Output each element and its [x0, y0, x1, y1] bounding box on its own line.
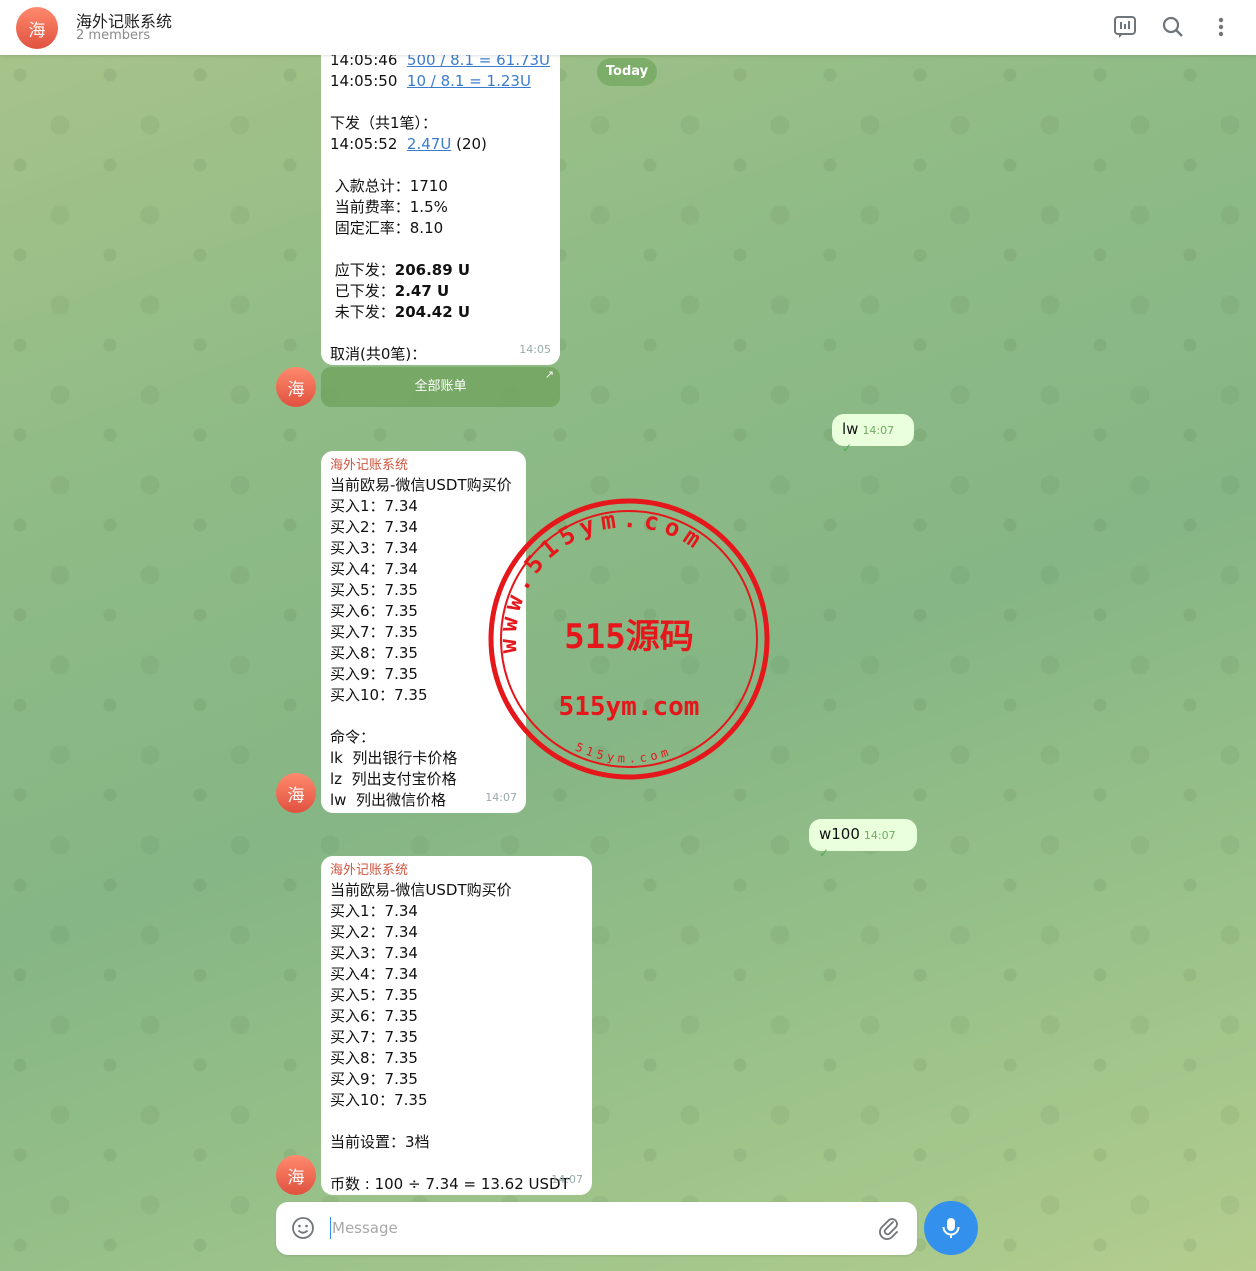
emoji-icon[interactable]	[291, 1216, 315, 1240]
price-row: 买入6：7.35	[330, 1007, 418, 1025]
payout-header: 下发（共1笔）：	[330, 114, 438, 132]
fixed-rate: 固定汇率：8.10	[330, 219, 444, 237]
price-row: 买入4：7.34	[330, 965, 418, 983]
calc-line: 币数 : 100 ÷ 7.34 = 13.62 USDT	[330, 1175, 570, 1193]
cancel-line: 取消(共0笔)：	[330, 345, 427, 363]
microphone-icon	[942, 1218, 960, 1238]
bill-message: 14:05:46 500 / 8.1 = 61.73U 14:05:50 10 …	[321, 30, 560, 365]
price-message: 海外记账系统 当前欧易-微信USDT购买价 买入1：7.34 买入2：7.34 …	[321, 856, 592, 1195]
read-check-icon: ✓	[842, 441, 853, 455]
paid: 已下发：2.47 U	[330, 282, 450, 300]
outgoing-message: w100 14:07 ✓	[809, 819, 917, 860]
price-row: 买入2：7.34	[330, 923, 418, 941]
date-chip: Today	[597, 58, 657, 86]
read-check-icon: ✓	[819, 846, 830, 860]
all-bills-button[interactable]: 全部账单 ↗	[321, 367, 560, 407]
fee-rate: 当前费率：1.5%	[330, 198, 448, 216]
sender-name[interactable]: 海外记账系统	[330, 862, 583, 880]
external-link-icon: ↗	[544, 368, 554, 381]
sender-avatar[interactable]: 海	[276, 367, 316, 407]
price-row: 买入5：7.35	[330, 986, 418, 1004]
price-row: 买入7：7.35	[330, 1028, 418, 1046]
bill-line: 14:05:50 10 / 8.1 = 1.23U	[330, 72, 531, 90]
sender-avatar[interactable]: 海	[276, 1155, 316, 1195]
watermark-bottom: 515ym.com	[573, 740, 669, 766]
bill-link[interactable]: 10 / 8.1 = 1.23U	[407, 72, 531, 90]
price-title: 当前欧易-微信USDT购买价	[330, 881, 512, 899]
svg-text:515ym.com: 515ym.com	[573, 740, 673, 766]
unpaid: 未下发：204.42 U	[330, 303, 471, 321]
watermark-main: 515源码	[564, 617, 693, 657]
more-vertical-icon[interactable]	[1208, 14, 1234, 40]
message-time: 14:07	[485, 791, 517, 804]
price-row: 买入8：7.35	[330, 1049, 418, 1067]
member-count: 2 members	[76, 28, 151, 43]
should-pay: 应下发：206.89 U	[330, 261, 471, 279]
sender-avatar[interactable]: 海	[276, 773, 316, 813]
message-composer: Message	[276, 1202, 917, 1255]
total-in: 入款总计：1710	[330, 177, 448, 195]
payout-line: 14:05:52 2.47U (20)	[330, 135, 487, 153]
current-setting: 当前设置：3档	[330, 1133, 430, 1151]
search-icon[interactable]	[1160, 14, 1186, 40]
message-time: 14:07	[551, 1173, 583, 1186]
outgoing-message: lw 14:07 ✓	[832, 414, 914, 455]
attach-icon[interactable]	[877, 1216, 901, 1240]
sender-name[interactable]: 海外记账系统	[330, 457, 517, 475]
price-row: 买入3：7.34	[330, 944, 418, 962]
payout-link[interactable]: 2.47U	[407, 135, 451, 153]
watermark-sub: 515ym.com	[559, 692, 700, 722]
group-avatar[interactable]: 海	[16, 7, 58, 49]
poll-icon[interactable]	[1112, 14, 1138, 40]
message-input[interactable]: Message	[332, 1219, 398, 1237]
price-row: 买入9：7.35	[330, 1070, 418, 1088]
price-row: 买入10：7.35	[330, 1091, 428, 1109]
price-row: 买入1：7.34	[330, 902, 418, 920]
price-title: 当前欧易-微信USDT购买价	[330, 476, 512, 494]
chat-header: 海 海外记账系统 2 members	[0, 0, 1256, 55]
watermark-stamp: www.515ym.com 515源码 515ym.com 515ym.com	[488, 498, 770, 780]
voice-record-button[interactable]	[924, 1201, 978, 1255]
